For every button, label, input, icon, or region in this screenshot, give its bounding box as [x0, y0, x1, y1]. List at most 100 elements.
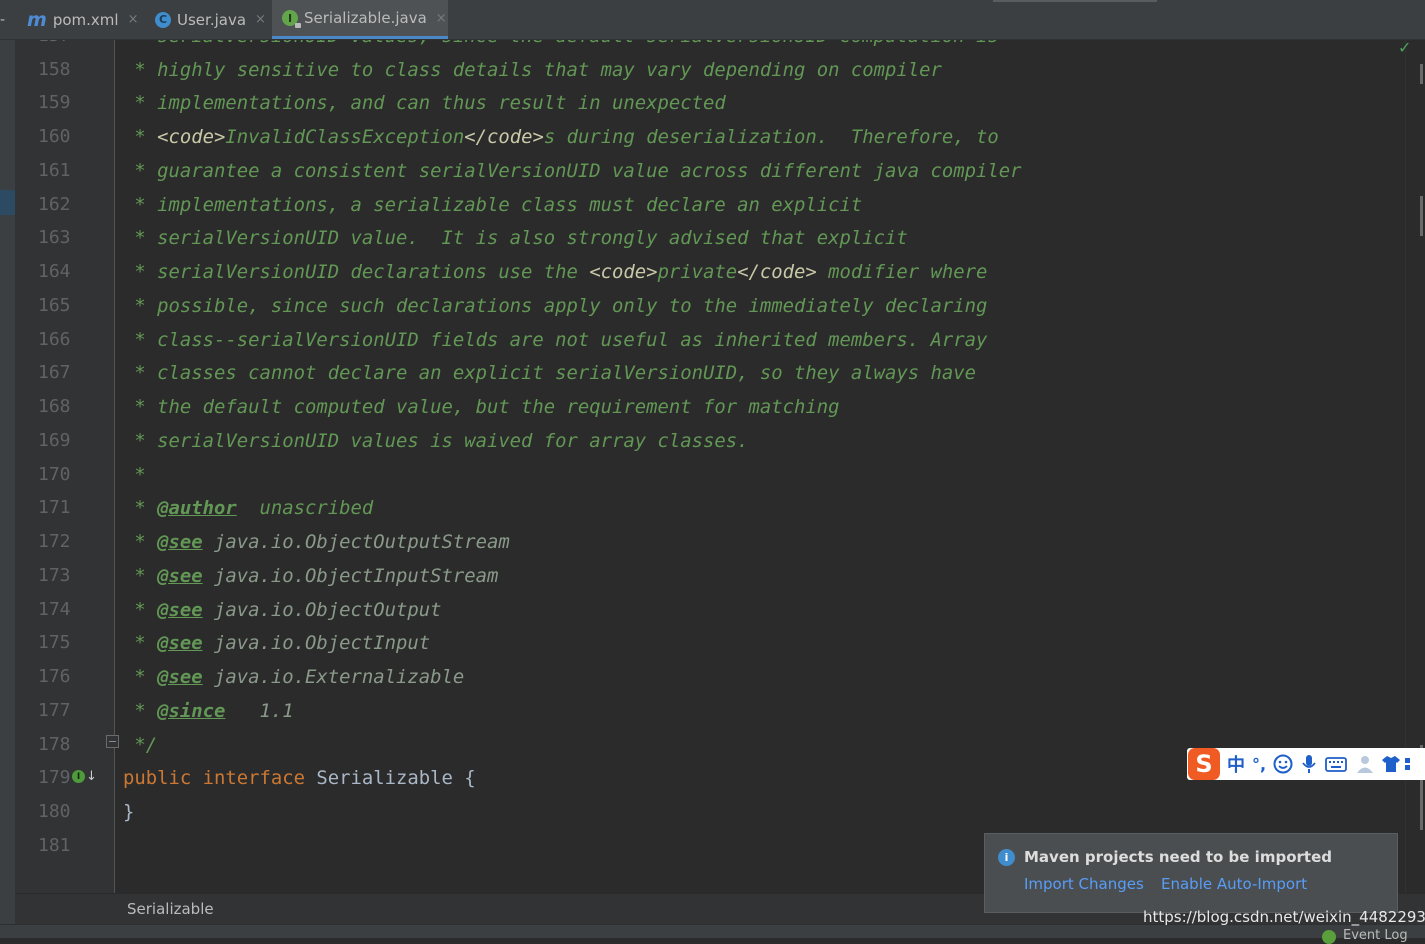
- punctuation-icon[interactable]: °,: [1252, 755, 1266, 774]
- code-line: }: [123, 801, 135, 823]
- tab-overflow-dash[interactable]: -: [0, 12, 5, 28]
- code-line: */: [123, 734, 158, 756]
- editor-tab-bar: - m pom.xml × C User.java × I Serializab…: [0, 0, 1425, 40]
- see-reference: java.io.Externalizable: [202, 666, 465, 688]
- code-line: * @author unascribed: [123, 491, 373, 525]
- since-value: 1.1: [225, 700, 294, 722]
- event-log-label[interactable]: Event Log: [1343, 928, 1408, 943]
- tool-window-strip: [0, 40, 15, 924]
- line-number: 160: [38, 126, 71, 147]
- skin-shirt-icon[interactable]: [1380, 753, 1402, 775]
- line-number: 167: [38, 362, 71, 383]
- close-icon[interactable]: ×: [128, 12, 139, 27]
- line-number: 181: [38, 835, 71, 856]
- line-number: 177: [38, 700, 71, 721]
- html-tag: <code>: [589, 261, 658, 283]
- comment-text: InvalidClassException: [225, 126, 465, 148]
- line-number: 168: [38, 396, 71, 417]
- code-line: * serialVersionUID values is waived for …: [123, 430, 749, 452]
- implemented-marker[interactable]: I ↓: [72, 769, 97, 784]
- sogou-logo-icon[interactable]: S: [1188, 748, 1220, 780]
- breadcrumb-item[interactable]: Serializable: [127, 900, 214, 918]
- line-number: 164: [38, 261, 71, 282]
- info-icon: i: [998, 849, 1015, 866]
- microphone-icon[interactable]: [1300, 753, 1318, 775]
- user-icon[interactable]: [1354, 753, 1376, 775]
- see-reference: java.io.ObjectInputStream: [202, 565, 499, 587]
- javadoc-tag: @see: [157, 666, 203, 688]
- javadoc-tag: @see: [157, 632, 203, 654]
- comment-text: modifier where: [816, 261, 988, 283]
- tab-label: User.java: [177, 10, 247, 29]
- tab-user-java[interactable]: C User.java ×: [155, 0, 266, 39]
- code-line: * <code>InvalidClassException</code>s du…: [123, 120, 999, 154]
- strip-marker: [0, 190, 15, 215]
- tab-bar-top-line: [993, 0, 1157, 2]
- code-line: * highly sensitive to class details that…: [123, 59, 942, 81]
- line-numbers: 157 158 159 160 161 162 163 164 165 166 …: [15, 40, 115, 893]
- comment-text: s during deserialization. Therefore, to: [543, 126, 999, 148]
- arrow-down-icon: ↓: [86, 769, 97, 784]
- code-line: * @see java.io.ObjectInputStream: [123, 559, 498, 593]
- emoji-icon[interactable]: [1272, 753, 1294, 775]
- code-line: * @see java.io.ObjectOutputStream: [123, 525, 509, 559]
- comment-text: * serialVersionUID declarations use the: [123, 261, 590, 283]
- close-icon[interactable]: ×: [436, 11, 447, 26]
- comment-star: *: [123, 599, 158, 621]
- code-line: * guarantee a consistent serialVersionUI…: [123, 160, 1022, 182]
- code-line: * serialVersionUID declarations use the …: [123, 255, 987, 289]
- code-line: * class--serialVersionUID fields are not…: [123, 329, 988, 351]
- comment-star: *: [123, 497, 158, 519]
- code-line: *: [123, 464, 146, 486]
- line-number: 178: [38, 734, 71, 755]
- inspection-ok-icon[interactable]: ✓: [1398, 38, 1411, 57]
- event-log-icon[interactable]: [1322, 930, 1336, 944]
- tab-label: pom.xml: [52, 10, 119, 29]
- javadoc-tag: @see: [157, 599, 203, 621]
- javadoc-tag: @since: [157, 700, 226, 722]
- comment-star: *: [123, 565, 158, 587]
- line-number: 161: [38, 160, 71, 181]
- line-number: 180: [38, 801, 71, 822]
- chinese-mode-icon[interactable]: 中: [1227, 751, 1245, 777]
- keyboard-icon[interactable]: [1324, 753, 1348, 775]
- lock-icon: [295, 23, 301, 28]
- comment-text: private: [657, 261, 738, 283]
- implemented-i-icon: I: [72, 770, 85, 783]
- code-line: * possible, since such declarations appl…: [123, 295, 988, 317]
- tab-pom-xml[interactable]: m pom.xml ×: [27, 0, 138, 39]
- line-number: 166: [38, 329, 71, 350]
- tab-label: Serializable.java: [304, 9, 427, 27]
- code-line: * implementations, and can thus result i…: [123, 92, 726, 114]
- enable-auto-import-link[interactable]: Enable Auto-Import: [1161, 875, 1307, 893]
- toolbox-grid-icon[interactable]: [1404, 753, 1414, 775]
- line-number: 171: [38, 497, 71, 518]
- interface-letter: I: [287, 11, 293, 25]
- javadoc-tag: @author: [157, 497, 237, 519]
- ime-toolbar: S 中 °,: [1187, 748, 1425, 780]
- keyword: public: [123, 767, 192, 789]
- line-number: 176: [38, 666, 71, 687]
- line-number: 162: [38, 194, 71, 215]
- status-bar: Event Log: [0, 924, 1425, 944]
- line-number: 165: [38, 295, 71, 316]
- code-line: * serialVersionUID values, since the def…: [123, 40, 998, 53]
- code-line: * classes cannot declare an explicit ser…: [123, 362, 976, 384]
- comment-star: *: [123, 666, 158, 688]
- line-number: 163: [38, 227, 71, 248]
- interface-name: Serializable {: [304, 767, 476, 789]
- line-number: 157: [38, 40, 78, 53]
- maven-m-icon: m: [27, 8, 47, 31]
- close-icon[interactable]: ×: [255, 12, 266, 27]
- see-reference: java.io.ObjectInput: [202, 632, 431, 654]
- comment-text: *: [123, 126, 158, 148]
- tab-serializable-java[interactable]: I Serializable.java ×: [272, 0, 448, 39]
- line-number: 170: [38, 464, 71, 485]
- line-number: 158: [38, 59, 71, 80]
- code-line: * serialVersionUID value. It is also str…: [123, 227, 908, 249]
- import-changes-link[interactable]: Import Changes: [1024, 875, 1144, 893]
- class-c-icon: C: [155, 11, 171, 28]
- comment-star: *: [123, 632, 158, 654]
- line-number: 174: [38, 599, 71, 620]
- comment-text: unascribed: [236, 497, 374, 519]
